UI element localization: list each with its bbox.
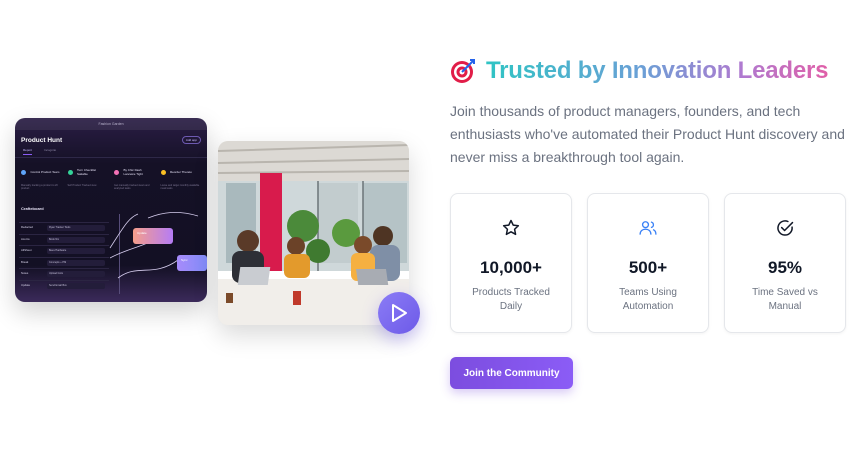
stat-label: Teams Using Automation xyxy=(619,287,677,312)
app-row: Redacted Ryan Tracker Tools xyxy=(19,222,109,233)
app-list: Redacted Ryan Tracker Tools Acorns Book Ni… xyxy=(19,222,109,291)
app-update-pill: Update xyxy=(133,228,173,244)
hero-title-row: Trusted by Innovation Leaders xyxy=(450,54,850,88)
row-label: Update xyxy=(21,282,31,287)
stat-label: Products Tracked Daily xyxy=(472,287,550,312)
media-gallery: Fashion Garden Product Hunt Add app Repo… xyxy=(0,0,430,450)
app-row: Acorns Book Nix xyxy=(19,233,109,245)
row-value: Concepts + PM xyxy=(47,259,105,266)
team-photo xyxy=(218,141,409,325)
app-window-title: Fashion Garden xyxy=(98,122,124,126)
row-label: AltSheet xyxy=(21,248,32,253)
feature-desc: Get manually tracked views and analyzed … xyxy=(114,184,150,190)
row-label: Redacted xyxy=(21,225,33,230)
app-tab: Incognito xyxy=(44,148,57,152)
app-feature: Turn Checklist Satiable Self Product Tra… xyxy=(67,164,109,190)
play-video-button[interactable] xyxy=(378,292,420,334)
app-features: Control Product Team Manually tracking a… xyxy=(15,158,207,196)
app-sync-pill: Sync xyxy=(177,255,207,271)
row-label: Acorns xyxy=(21,236,30,241)
app-feature: By Chic Dash Lanceice Tight Get manually… xyxy=(114,164,155,190)
join-community-button[interactable]: Join the Community xyxy=(450,357,573,389)
feature-dot-icon xyxy=(160,170,166,176)
feature-desc: Manually tracking a product to 20 produc… xyxy=(21,184,58,190)
feature-title: By Chic Dash Lanceice Tight xyxy=(123,168,143,176)
flow-curve-graphic xyxy=(109,212,199,279)
stat-card: 500+ Teams Using Automation xyxy=(587,193,709,333)
feature-title: Control Product Team xyxy=(30,170,60,175)
row-value: Ryan Tracker Tools xyxy=(47,225,105,231)
app-header: Product Hunt Add app xyxy=(15,130,207,146)
office-illustration xyxy=(218,141,409,325)
row-label: Notes xyxy=(21,271,29,276)
stat-label: Time Saved vs Manual xyxy=(752,287,818,312)
stat-value: 500+ xyxy=(628,258,668,277)
target-icon xyxy=(451,59,475,83)
hero-title: Trusted by Innovation Leaders xyxy=(486,57,829,84)
hero-content: Trusted by Innovation Leaders Join thous… xyxy=(450,54,850,389)
feature-title: Turn Checklist Satiable xyxy=(76,168,97,176)
row-value: Book Nix xyxy=(47,236,105,243)
stat-value: 95% xyxy=(767,258,803,277)
app-title: Product Hunt xyxy=(21,136,63,144)
feature-title: Reorder Thereto xyxy=(169,170,192,175)
row-value: Send Email Box xyxy=(47,282,105,289)
app-row: Update Send Email Box xyxy=(19,279,109,291)
hero-subtitle: Join thousands of product managers, foun… xyxy=(450,103,845,165)
feature-dot-icon xyxy=(21,170,26,176)
feature-dot-icon xyxy=(67,170,73,176)
row-label: Break xyxy=(21,259,29,264)
app-tabs: Report Incognito xyxy=(15,146,207,158)
app-feature: Control Product Team Manually tracking a… xyxy=(21,164,62,190)
app-row: Notes Upload fonts xyxy=(19,268,109,279)
stat-card: 95% Time Saved vs Manual xyxy=(724,193,846,333)
feature-desc: Loose and target monthly available meal … xyxy=(160,184,200,190)
app-add-button: Add app xyxy=(181,136,201,144)
play-icon xyxy=(392,304,407,322)
app-tab: Report xyxy=(23,148,33,155)
feature-dot-icon xyxy=(114,170,119,176)
app-row: AltSheet Bees Hardware xyxy=(19,245,109,256)
app-row: Break Concepts + PM xyxy=(19,256,109,268)
app-window-bar: Fashion Garden xyxy=(15,118,207,130)
stat-card: 10,000+ Products Tracked Daily xyxy=(450,193,572,333)
row-value: Upload fonts xyxy=(47,271,105,277)
stat-value: 10,000+ xyxy=(480,258,542,277)
app-feature: Reorder Thereto Loose and target monthly… xyxy=(160,164,202,190)
users-icon xyxy=(639,221,657,235)
feature-desc: Self Product Tracked view xyxy=(67,184,97,187)
check-circle-icon xyxy=(777,220,794,236)
row-value: Bees Hardware xyxy=(47,248,105,254)
stats-row: 10,000+ Products Tracked Daily 500+ Team… xyxy=(450,193,850,333)
star-icon xyxy=(502,219,520,236)
